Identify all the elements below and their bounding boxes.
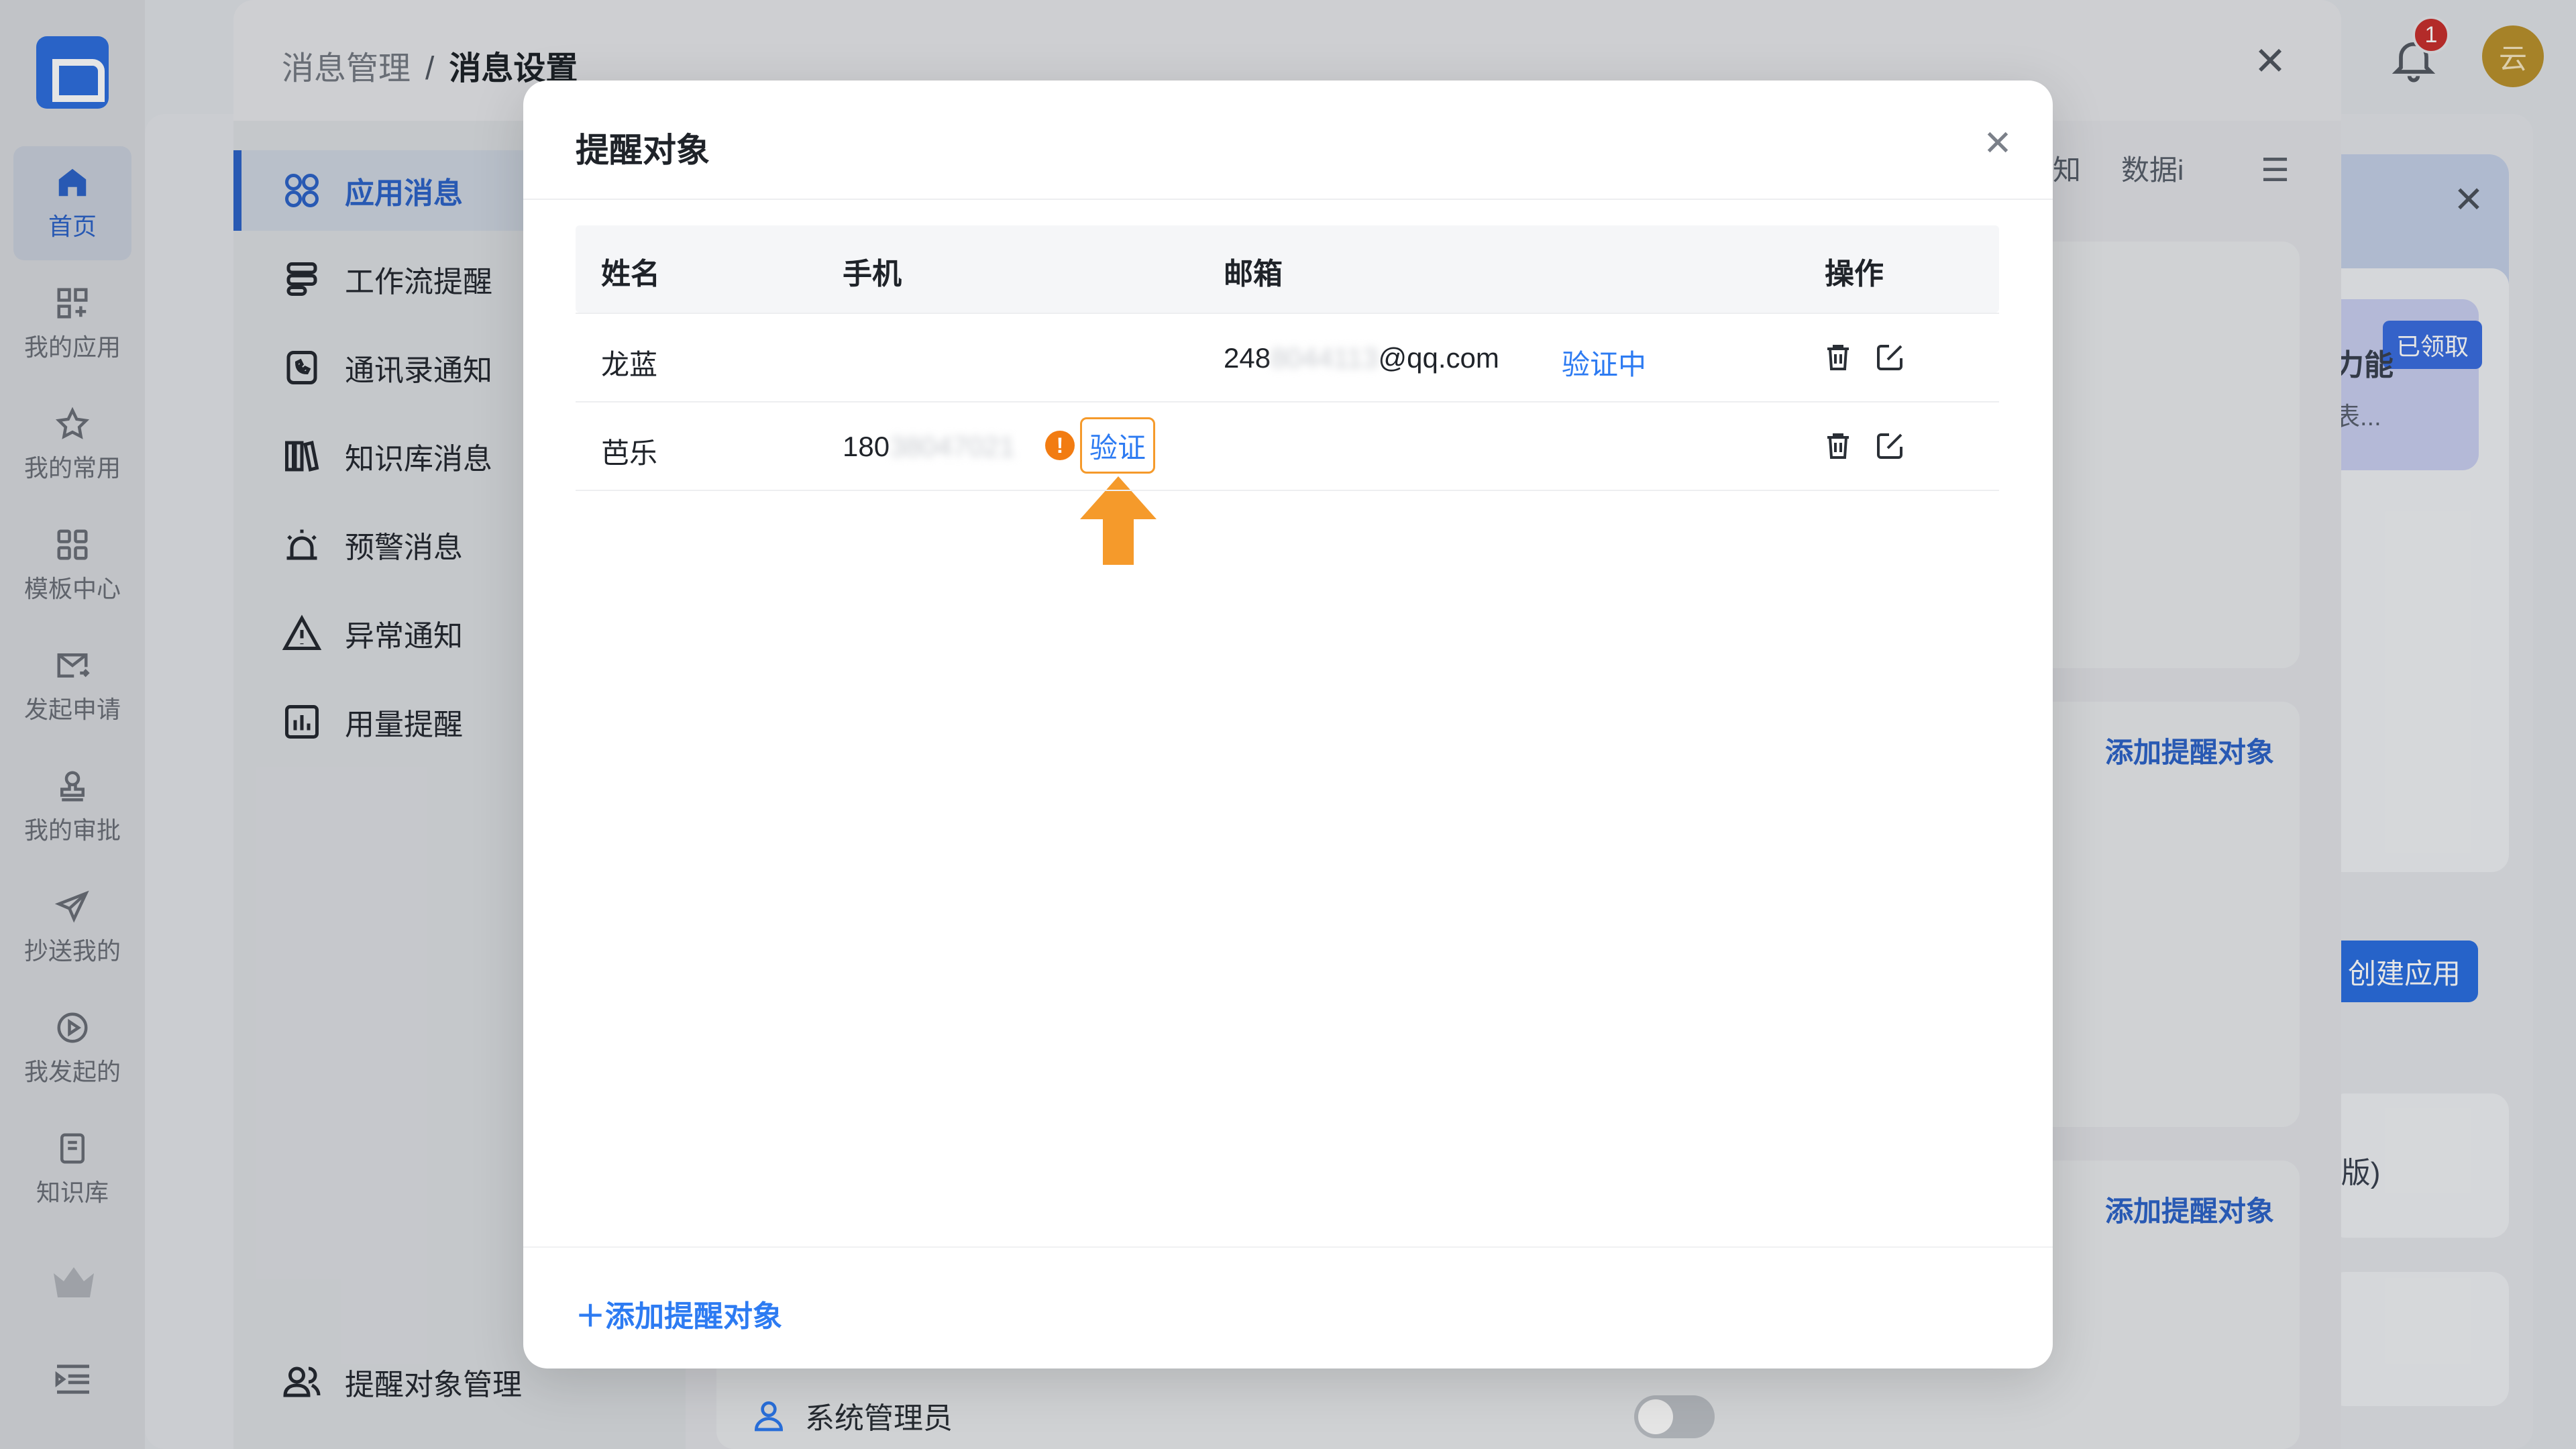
edit-icon <box>1877 433 1902 459</box>
row-divider <box>576 401 1999 402</box>
row2-name: 芭乐 <box>601 437 658 469</box>
table-header <box>576 225 1999 313</box>
row-divider <box>576 490 1999 491</box>
modal-close-icon[interactable]: ✕ <box>1979 125 2017 162</box>
column-header-actions: 操作 <box>1825 258 1884 290</box>
row1-edit-icon[interactable] <box>1874 341 1907 373</box>
column-header-name: 姓名 <box>601 258 660 290</box>
row1-delete-icon[interactable] <box>1822 341 1854 373</box>
row2-edit-icon[interactable] <box>1874 429 1907 462</box>
warning-mark-icon: ! <box>1045 431 1075 460</box>
modal-header-divider <box>523 199 2053 200</box>
modal-title: 提醒对象 <box>576 131 710 169</box>
row2-phone: 18038047021 <box>843 431 1015 463</box>
edit-icon <box>1877 345 1902 370</box>
trash-icon <box>1827 433 1849 459</box>
trash-icon <box>1827 345 1849 370</box>
row1-email-suffix: @qq.com <box>1378 342 1499 374</box>
row1-email: 2488044113@qq.com <box>1224 342 1499 374</box>
row1-name: 龙蓝 <box>601 349 658 380</box>
column-header-phone: 手机 <box>843 258 902 290</box>
row2-delete-icon[interactable] <box>1822 429 1854 462</box>
row2-verify-button[interactable]: 验证 <box>1080 417 1155 474</box>
column-header-email: 邮箱 <box>1224 258 1283 290</box>
modal-footer-divider <box>523 1246 2053 1248</box>
row1-email-prefix: 248 <box>1224 342 1271 374</box>
row1-verifying-status[interactable]: 验证中 <box>1562 342 1646 383</box>
row-divider <box>576 313 1999 314</box>
row2-phone-visible: 180 <box>843 431 890 462</box>
row1-email-masked: 8044113 <box>1271 342 1379 374</box>
row2-phone-masked: 38047021 <box>890 431 1015 462</box>
add-target-button[interactable]: ＋添加提醒对象 <box>576 1292 782 1335</box>
